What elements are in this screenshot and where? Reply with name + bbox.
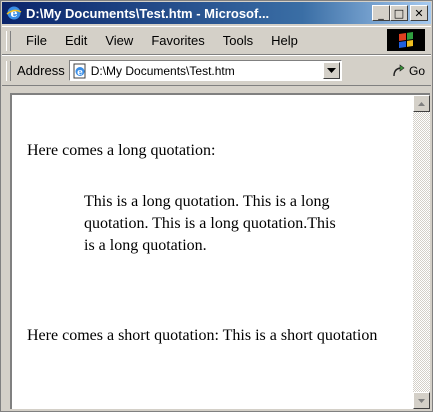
address-bar: Address e D:\My Documents\Test.htm Go <box>2 55 431 86</box>
go-button[interactable]: Go <box>391 63 425 79</box>
html-page-icon: e <box>73 63 86 78</box>
address-dropdown-button[interactable] <box>322 62 340 79</box>
minimize-button[interactable]: _ <box>372 5 390 21</box>
scroll-down-arrow-icon <box>418 398 425 403</box>
menu-tools[interactable]: Tools <box>214 33 262 48</box>
browser-window: e D:\My Documents\Test.htm - Microsof...… <box>0 0 433 412</box>
windows-logo-throbber <box>387 29 425 51</box>
scroll-down-button[interactable] <box>413 392 430 409</box>
title-bar[interactable]: e D:\My Documents\Test.htm - Microsof...… <box>2 2 431 24</box>
maximize-button[interactable]: □ <box>390 5 408 21</box>
long-blockquote: This is a long quotation. This is a long… <box>84 193 336 254</box>
menu-help[interactable]: Help <box>262 33 307 48</box>
toolbar-grip[interactable] <box>6 30 11 51</box>
go-arrow-icon <box>393 63 405 76</box>
page-viewport[interactable]: Here comes a long quotation: This is a l… <box>10 93 430 409</box>
short-quote-paragraph: Here comes a short quotation: This is a … <box>27 327 378 344</box>
menu-edit[interactable]: Edit <box>56 33 96 48</box>
address-value: D:\My Documents\Test.htm <box>90 63 235 78</box>
ie-app-icon: e <box>6 6 22 20</box>
close-button[interactable]: ✕ <box>410 5 428 21</box>
intro-paragraph: Here comes a long quotation: <box>27 142 216 159</box>
menu-bar: File Edit View Favorites Tools Help <box>2 26 431 55</box>
svg-text:e: e <box>11 7 18 20</box>
svg-text:e: e <box>77 68 83 78</box>
scroll-up-arrow-icon <box>418 101 425 106</box>
menu-file[interactable]: File <box>17 33 56 48</box>
window-title: D:\My Documents\Test.htm - Microsof... <box>26 5 270 21</box>
address-label: Address <box>17 63 65 78</box>
menu-view[interactable]: View <box>96 33 142 48</box>
menu-favorites[interactable]: Favorites <box>142 33 213 48</box>
address-input[interactable]: e D:\My Documents\Test.htm <box>68 60 342 81</box>
window-controls: _ □ ✕ <box>372 5 428 21</box>
toolbar-grip[interactable] <box>6 60 11 81</box>
windows-flag-icon <box>399 32 413 48</box>
page-content: Here comes a long quotation: This is a l… <box>12 95 407 409</box>
dropdown-arrow-icon <box>326 68 336 73</box>
vertical-scrollbar[interactable] <box>413 95 430 409</box>
go-label: Go <box>408 63 425 78</box>
scroll-up-button[interactable] <box>413 95 430 112</box>
